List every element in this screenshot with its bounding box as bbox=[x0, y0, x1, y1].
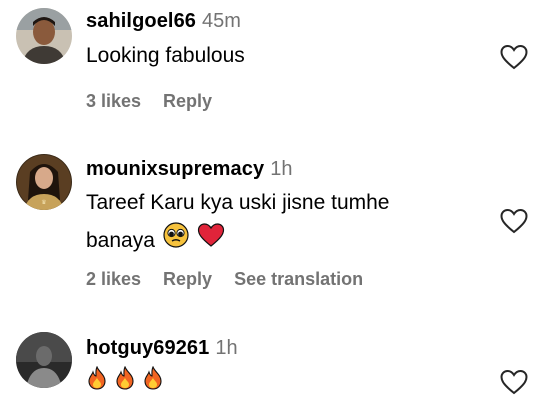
likes-count[interactable]: 2 likes bbox=[86, 269, 141, 289]
fire-icon bbox=[114, 365, 142, 395]
red-heart-icon bbox=[197, 222, 225, 261]
comment-header: hotguy69261 1h bbox=[86, 337, 238, 360]
avatar[interactable] bbox=[16, 332, 72, 388]
comment-text-word: banaya bbox=[86, 229, 155, 253]
comment-text bbox=[86, 365, 486, 399]
avatar[interactable] bbox=[16, 8, 72, 64]
likes-count[interactable]: 3 likes bbox=[86, 91, 141, 111]
timestamp: 1h bbox=[215, 337, 238, 359]
comment-item: sahilgoel66 45m Looking fabulous 3 likes R… bbox=[0, 0, 548, 130]
reply-button[interactable]: Reply bbox=[163, 91, 212, 111]
avatar[interactable]: ♛ bbox=[16, 154, 72, 210]
reply-button[interactable]: Reply bbox=[163, 269, 212, 289]
username[interactable]: hotguy69261 bbox=[86, 337, 209, 359]
heart-icon[interactable] bbox=[500, 44, 528, 70]
comment-text-line: banaya bbox=[86, 222, 486, 261]
username[interactable]: sahilgoel66 bbox=[86, 10, 196, 32]
heart-icon[interactable] bbox=[500, 208, 528, 234]
comment-text: Looking fabulous bbox=[86, 44, 245, 67]
svg-text:♛: ♛ bbox=[41, 199, 46, 206]
timestamp: 45m bbox=[202, 10, 241, 32]
timestamp: 1h bbox=[270, 158, 293, 180]
see-translation-button[interactable]: See translation bbox=[234, 269, 363, 289]
comment-item: hotguy69261 1h bbox=[0, 315, 548, 402]
comment-text: Tareef Karu kya uski jisne tumhe banaya bbox=[86, 184, 486, 261]
username[interactable]: mounixsupremacy bbox=[86, 158, 264, 180]
comment-text-line: Tareef Karu kya uski jisne tumhe bbox=[86, 191, 390, 214]
fire-icon bbox=[142, 365, 164, 395]
pleading-face-icon bbox=[163, 222, 189, 261]
fire-icon bbox=[86, 365, 114, 395]
comment-header: sahilgoel66 45m bbox=[86, 10, 241, 33]
comment-actions: 2 likes Reply See translation bbox=[86, 269, 385, 290]
comment-actions: 3 likes Reply bbox=[86, 91, 234, 112]
comment-header: mounixsupremacy 1h bbox=[86, 158, 292, 181]
comment-item: ♛ mounixsupremacy 1h Tareef Karu kya uski… bbox=[0, 130, 548, 315]
heart-icon[interactable] bbox=[500, 369, 528, 395]
